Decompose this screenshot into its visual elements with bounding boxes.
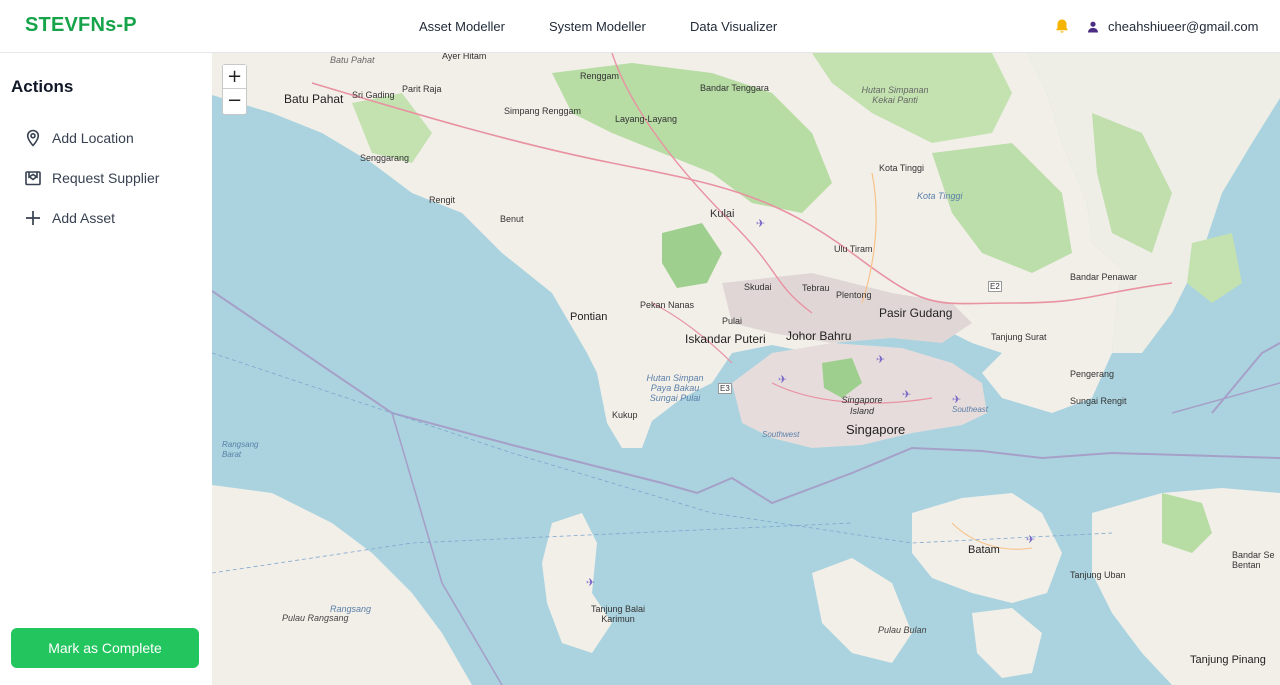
highway-shield: E3: [718, 383, 732, 394]
map-label: Tanjung Surat: [991, 332, 1047, 342]
zoom-in-button[interactable]: +: [223, 65, 246, 89]
map-label: Renggam: [580, 71, 620, 81]
map-label: Kukup: [612, 410, 638, 420]
bell-icon[interactable]: [1054, 18, 1070, 35]
map-label: Batam: [968, 544, 1000, 556]
add-location-button[interactable]: Add Location: [24, 126, 134, 150]
map-label: Tebrau: [802, 283, 830, 293]
map-view[interactable]: ✈ ✈ ✈ ✈ ✈ ✈ ✈ + − Batu Pahat Ayer Hitam …: [212, 53, 1280, 685]
nav-asset-modeller[interactable]: Asset Modeller: [419, 19, 505, 34]
map-label: Pulau Rangsang: [282, 613, 349, 623]
svg-text:✈: ✈: [1026, 533, 1035, 546]
map-label: Hutan Simpan Paya Bakau Sungai Pulai: [646, 373, 704, 403]
add-asset-label: Add Asset: [52, 210, 116, 226]
user-menu[interactable]: cheahshiueer@gmail.com: [1087, 19, 1259, 34]
map-label: Pulau Bulan: [878, 625, 927, 635]
zoom-out-button[interactable]: −: [223, 89, 246, 113]
map-label: Sri Gading: [352, 90, 395, 100]
map-label: Layang-Layang: [615, 114, 678, 124]
actions-sidebar: Actions Add Location Request Supplier Ad…: [0, 53, 212, 685]
map-label: Bandar Se Bentan: [1232, 550, 1275, 570]
svg-text:✈: ✈: [586, 576, 595, 589]
map-label: Batu Pahat: [330, 55, 375, 65]
map-label: Bandar Tenggara: [700, 83, 769, 93]
map-label: Rangsang Barat: [222, 440, 259, 459]
map-label: Pulai: [722, 316, 743, 326]
map-label: Singapore Island: [841, 395, 883, 416]
map-label: Pengerang: [1070, 369, 1115, 379]
map-label: Senggarang: [360, 153, 410, 163]
highway-shield: E2: [988, 281, 1002, 292]
sidebar-title: Actions: [11, 77, 74, 96]
zoom-control: + −: [222, 64, 247, 115]
map-label: Hutan Simpanan Kekai Panti: [861, 85, 929, 105]
map-label: Singapore: [846, 422, 906, 437]
user-email: cheahshiueer@gmail.com: [1108, 19, 1259, 34]
svg-text:✈: ✈: [778, 373, 787, 386]
map-label: Iskandar Puteri: [685, 332, 766, 346]
map-label: Kota Tinggi: [917, 191, 963, 201]
location-pin-icon: [26, 129, 40, 147]
map-label: Bandar Penawar: [1070, 272, 1138, 282]
svg-text:✈: ✈: [756, 217, 765, 230]
nav-data-visualizer[interactable]: Data Visualizer: [690, 19, 777, 34]
mark-as-complete-button[interactable]: Mark as Complete: [11, 628, 199, 668]
top-header: STEVFNs-P Asset Modeller System Modeller…: [0, 0, 1280, 53]
nav-system-modeller[interactable]: System Modeller: [549, 19, 646, 34]
brand-logo[interactable]: STEVFNs-P: [25, 14, 137, 37]
map-label: Tanjung Pinang: [1190, 654, 1266, 666]
map-label: Skudai: [744, 282, 772, 292]
map-label: Tanjung Uban: [1070, 570, 1126, 580]
map-label: Southeast: [952, 405, 989, 414]
map-label: Batu Pahat: [284, 92, 344, 106]
map-label: Kota Tinggi: [879, 163, 925, 173]
map-label: Ayer Hitam: [442, 53, 487, 61]
plus-icon: [26, 211, 40, 225]
map-label: Plentong: [836, 290, 872, 300]
map-canvas[interactable]: ✈ ✈ ✈ ✈ ✈ ✈ ✈: [212, 53, 1280, 685]
add-location-label: Add Location: [52, 130, 134, 146]
map-label: Pekan Nanas: [640, 300, 695, 310]
user-icon: [1088, 21, 1098, 32]
svg-text:✈: ✈: [876, 353, 885, 366]
map-label: Tanjung Balai Karimun: [590, 604, 646, 624]
map-label: Johor Bahru: [786, 329, 852, 343]
map-label: Benut: [500, 214, 524, 224]
map-label: Southwest: [762, 430, 800, 439]
map-label: Pontian: [570, 311, 608, 323]
map-label: Rengit: [429, 195, 456, 205]
request-supplier-button[interactable]: Request Supplier: [24, 166, 159, 190]
map-label: Pasir Gudang: [879, 306, 953, 320]
supplier-request-icon: [25, 171, 41, 186]
map-label: Ulu Tiram: [834, 244, 873, 254]
add-asset-button[interactable]: Add Asset: [24, 206, 115, 230]
map-label: Parit Raja: [402, 84, 442, 94]
svg-text:✈: ✈: [902, 388, 911, 401]
map-label: Kulai: [710, 208, 735, 220]
map-label: Simpang Renggam: [504, 106, 582, 116]
map-label: Sungai Rengit: [1070, 396, 1127, 406]
request-supplier-label: Request Supplier: [52, 170, 160, 186]
